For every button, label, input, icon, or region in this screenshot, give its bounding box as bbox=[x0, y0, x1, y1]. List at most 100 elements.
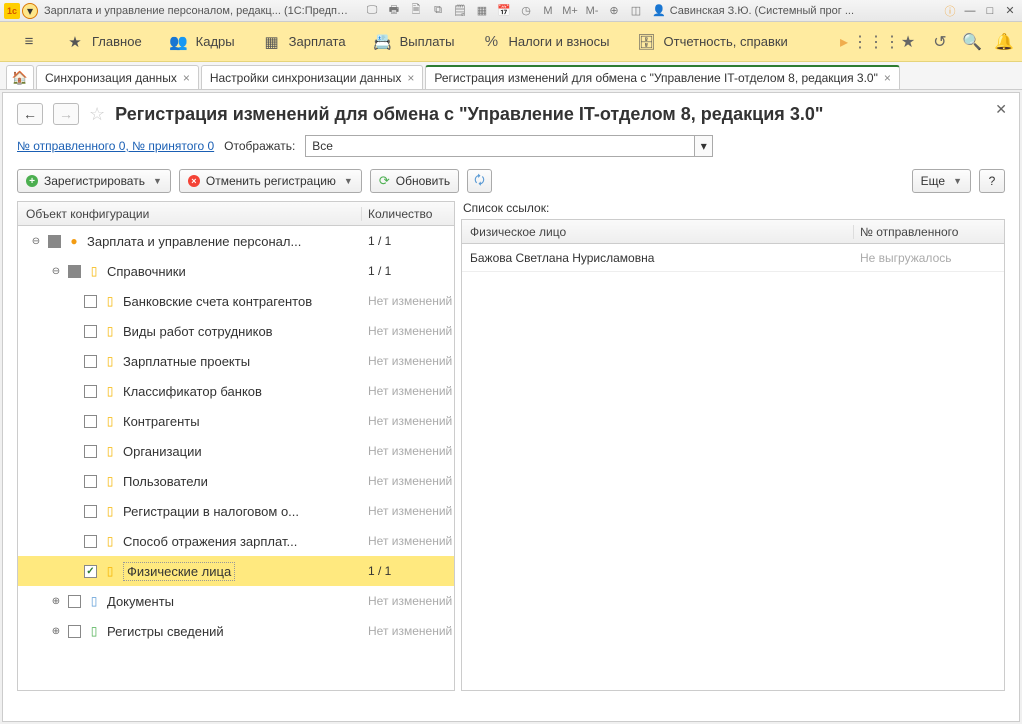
nav-burger[interactable]: ≡ bbox=[8, 27, 50, 57]
tree-row-regsv[interactable]: ⊕▯Регистры сведений Нет изменений bbox=[18, 616, 454, 646]
checkbox[interactable]: ✓ bbox=[84, 565, 97, 578]
minimize-button[interactable]: — bbox=[962, 3, 978, 19]
apps-icon[interactable]: ⋮⋮⋮ bbox=[866, 32, 886, 52]
nav-zarplata[interactable]: ▦Зарплата bbox=[251, 27, 358, 57]
collapse-icon[interactable]: ⊖ bbox=[50, 266, 62, 277]
tab-home[interactable]: 🏠 bbox=[6, 65, 34, 89]
expand-icon[interactable]: ⊕ bbox=[50, 626, 62, 637]
links-grid: Физическое лицо № отправленного Бажова С… bbox=[461, 219, 1005, 691]
nav-otchet[interactable]: 🗄Отчетность, справки bbox=[626, 27, 800, 57]
tree-label: Организации bbox=[123, 444, 202, 459]
tree-row[interactable]: ▯Зарплатные проекты Нет изменений bbox=[18, 346, 454, 376]
display-select-dropdown[interactable]: ▾ bbox=[695, 135, 713, 157]
info-icon[interactable]: ⓘ bbox=[942, 3, 958, 19]
expand-icon[interactable]: ⊕ bbox=[50, 596, 62, 607]
tree-row-selected[interactable]: ✓▯Физические лица 1 / 1 bbox=[18, 556, 454, 586]
tree-row-root[interactable]: ⊖●Зарплата и управление персонал... 1 / … bbox=[18, 226, 454, 256]
history-icon[interactable]: ↺ bbox=[930, 32, 950, 52]
plus-icon: + bbox=[26, 175, 38, 187]
config-tree[interactable]: ⊖●Зарплата и управление персонал... 1 / … bbox=[18, 226, 454, 690]
close-icon[interactable]: × bbox=[407, 71, 414, 85]
maximize-button[interactable]: □ bbox=[982, 3, 998, 19]
app-menu-dropdown[interactable]: ▾ bbox=[22, 3, 38, 19]
arrow-right-icon[interactable]: ▸ bbox=[834, 32, 854, 52]
doc-icon[interactable]: 🗎 bbox=[408, 3, 424, 19]
checkbox[interactable] bbox=[84, 505, 97, 518]
settings-button[interactable]: 🗘 bbox=[467, 169, 492, 193]
tab-sync-settings[interactable]: Настройки синхронизации данных× bbox=[201, 65, 424, 89]
person-cell: Бажова Светлана Нурисламовна bbox=[462, 251, 854, 265]
checkbox[interactable] bbox=[84, 415, 97, 428]
tree-row-docs[interactable]: ⊕▯Документы Нет изменений bbox=[18, 586, 454, 616]
checkbox[interactable] bbox=[84, 295, 97, 308]
tree-row[interactable]: ▯Контрагенты Нет изменений bbox=[18, 406, 454, 436]
refresh-button[interactable]: ⟳Обновить bbox=[370, 169, 459, 193]
checkbox[interactable] bbox=[48, 235, 61, 248]
more-button[interactable]: Еще▼ bbox=[912, 169, 971, 193]
close-icon[interactable]: × bbox=[183, 71, 190, 85]
checkbox[interactable] bbox=[84, 325, 97, 338]
m-minus-icon[interactable]: M- bbox=[584, 3, 600, 19]
checkbox[interactable] bbox=[68, 625, 81, 638]
nav-main[interactable]: ★Главное bbox=[54, 27, 154, 57]
tree-label: Способ отражения зарплат... bbox=[123, 534, 297, 549]
collapse-icon[interactable]: ⊖ bbox=[30, 236, 42, 247]
checkbox[interactable] bbox=[84, 475, 97, 488]
bell-icon[interactable]: 🔔 bbox=[994, 32, 1014, 52]
close-icon[interactable]: × bbox=[884, 71, 891, 85]
compare-icon[interactable]: ⧉ bbox=[430, 3, 446, 19]
tree-row[interactable]: ▯Банковские счета контрагентов Нет измен… bbox=[18, 286, 454, 316]
catalog-icon: ▯ bbox=[103, 444, 117, 458]
print-icon[interactable]: 🖶 bbox=[386, 3, 402, 19]
nav-vyplaty[interactable]: 📇Выплаты bbox=[362, 27, 467, 57]
grid-icon[interactable]: ▦ bbox=[474, 3, 490, 19]
checkbox[interactable] bbox=[84, 445, 97, 458]
calendar-icon[interactable]: 📅 bbox=[496, 3, 512, 19]
unregister-button[interactable]: ×Отменить регистрацию▼ bbox=[179, 169, 362, 193]
tree-row[interactable]: ▯Пользователи Нет изменений bbox=[18, 466, 454, 496]
register-button[interactable]: +Зарегистрировать▼ bbox=[17, 169, 171, 193]
search-icon[interactable]: 🔍 bbox=[962, 32, 982, 52]
chevron-down-icon: ▼ bbox=[153, 176, 162, 186]
menu-icon: ≡ bbox=[20, 33, 38, 51]
tree-row[interactable]: ▯Виды работ сотрудников Нет изменений bbox=[18, 316, 454, 346]
tree-label: Физические лица bbox=[123, 562, 235, 581]
checkbox[interactable] bbox=[84, 355, 97, 368]
tree-row[interactable]: ▯Регистрации в налоговом о... Нет измене… bbox=[18, 496, 454, 526]
m-memory-icon[interactable]: M bbox=[540, 3, 556, 19]
tree-row[interactable]: ▯Способ отражения зарплат... Нет изменен… bbox=[18, 526, 454, 556]
page-content: ✕ ← → ☆ Регистрация изменений для обмена… bbox=[2, 92, 1020, 722]
forward-button[interactable]: → bbox=[53, 103, 79, 125]
checkbox[interactable] bbox=[84, 385, 97, 398]
sent-received-link[interactable]: № отправленного 0, № принятого 0 bbox=[17, 139, 214, 153]
favorite-star-icon[interactable]: ☆ bbox=[89, 104, 105, 125]
checkbox[interactable] bbox=[84, 535, 97, 548]
tree-row[interactable]: ▯Классификатор банков Нет изменений bbox=[18, 376, 454, 406]
back-button[interactable]: ← bbox=[17, 103, 43, 125]
help-button[interactable]: ? bbox=[979, 169, 1005, 193]
catalog-icon: ▯ bbox=[87, 264, 101, 278]
clock-icon[interactable]: ◷ bbox=[518, 3, 534, 19]
m-plus-icon[interactable]: M+ bbox=[562, 3, 578, 19]
checkbox[interactable] bbox=[68, 265, 81, 278]
action-toolbar: +Зарегистрировать▼ ×Отменить регистрацию… bbox=[17, 169, 1005, 193]
checkbox[interactable] bbox=[68, 595, 81, 608]
tree-row-spravochniki[interactable]: ⊖▯Справочники 1 / 1 bbox=[18, 256, 454, 286]
percent-icon: % bbox=[482, 33, 500, 51]
close-window-button[interactable]: ✕ bbox=[1002, 3, 1018, 19]
calc-sheet-icon[interactable]: 🗒 bbox=[452, 3, 468, 19]
panels-icon[interactable]: ◫ bbox=[628, 3, 644, 19]
count-cell: Нет изменений bbox=[362, 414, 454, 428]
nav-nalogi[interactable]: %Налоги и взносы bbox=[470, 27, 621, 57]
close-page-button[interactable]: ✕ bbox=[995, 101, 1007, 118]
tab-registration[interactable]: Регистрация изменений для обмена с "Упра… bbox=[425, 65, 900, 89]
nav-kadry[interactable]: 👥Кадры bbox=[158, 27, 247, 57]
display-select[interactable]: Все bbox=[305, 135, 695, 157]
print-preview-icon[interactable]: 🖵 bbox=[364, 3, 380, 19]
links-row[interactable]: Бажова Светлана Нурисламовна Не выгружал… bbox=[462, 244, 1004, 272]
favorites-icon[interactable]: ★ bbox=[898, 32, 918, 52]
user-label[interactable]: 👤Савинская З.Ю. (Системный прог ... bbox=[652, 4, 854, 17]
zoom-in-icon[interactable]: ⊕ bbox=[606, 3, 622, 19]
tab-sync[interactable]: Синхронизация данных× bbox=[36, 65, 199, 89]
tree-row[interactable]: ▯Организации Нет изменений bbox=[18, 436, 454, 466]
